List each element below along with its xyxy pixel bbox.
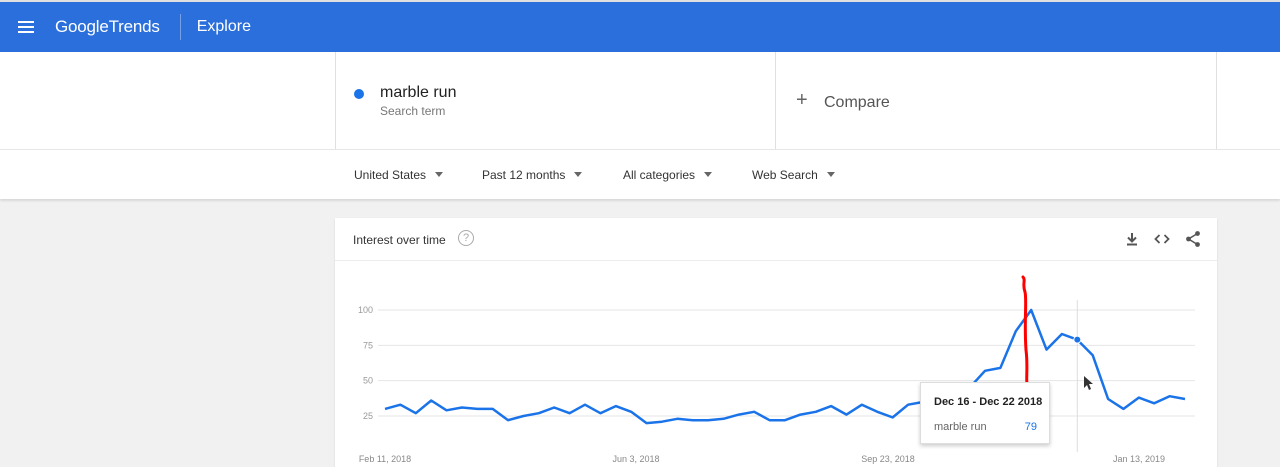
interest-chart[interactable]: 25 50 75 100 Feb 11, 2018 Jun 3, 2018 Sep 23,… <box>0 0 1280 467</box>
data-point[interactable] <box>429 398 433 402</box>
data-point[interactable] <box>1091 353 1095 357</box>
y-tick-label: 75 <box>363 340 373 350</box>
data-point[interactable] <box>752 410 756 414</box>
cursor-icon <box>1084 376 1093 390</box>
data-point[interactable] <box>506 418 510 422</box>
data-point[interactable] <box>568 411 572 415</box>
data-point[interactable] <box>1045 348 1049 352</box>
data-point[interactable] <box>552 406 556 410</box>
data-point[interactable] <box>891 415 895 419</box>
data-point[interactable] <box>1029 308 1033 312</box>
hover-point <box>1073 335 1082 344</box>
data-point[interactable] <box>491 407 495 411</box>
data-point[interactable] <box>814 410 818 414</box>
data-point[interactable] <box>675 417 679 421</box>
data-point[interactable] <box>414 411 418 415</box>
data-point[interactable] <box>398 403 402 407</box>
data-point[interactable] <box>475 407 479 411</box>
y-tick-label: 50 <box>363 376 373 386</box>
data-point[interactable] <box>737 413 741 417</box>
data-point[interactable] <box>460 406 464 410</box>
data-point[interactable] <box>1152 401 1156 405</box>
series-line-marble-run <box>384 308 1186 425</box>
y-tick-label: 25 <box>363 411 373 421</box>
data-point[interactable] <box>537 411 541 415</box>
data-point[interactable] <box>845 413 849 417</box>
x-tick-label: Feb 11, 2018 <box>359 454 411 464</box>
data-point[interactable] <box>1121 407 1125 411</box>
data-point[interactable] <box>860 403 864 407</box>
data-point[interactable] <box>706 418 710 422</box>
red-annotation-mark <box>1021 275 1029 385</box>
data-point[interactable] <box>1014 329 1018 333</box>
data-point[interactable] <box>829 404 833 408</box>
tooltip-term: marble run <box>934 421 987 433</box>
data-point[interactable] <box>906 403 910 407</box>
data-point[interactable] <box>875 410 879 414</box>
data-point[interactable] <box>583 403 587 407</box>
data-point[interactable] <box>383 407 387 411</box>
data-point[interactable] <box>1060 332 1064 336</box>
data-point[interactable] <box>629 410 633 414</box>
x-tick-label: Jun 3, 2018 <box>612 454 659 464</box>
data-point[interactable] <box>783 418 787 422</box>
data-point[interactable] <box>691 418 695 422</box>
y-tick-label: 100 <box>358 305 373 315</box>
data-point[interactable] <box>1137 396 1141 400</box>
data-point[interactable] <box>1106 397 1110 401</box>
x-tick-label: Sep 23, 2018 <box>861 454 915 464</box>
chart-tooltip: Dec 16 - Dec 22 2018 marble run 79 <box>920 382 1050 444</box>
data-point[interactable] <box>1183 397 1187 401</box>
data-point[interactable] <box>614 404 618 408</box>
data-point[interactable] <box>645 421 649 425</box>
tooltip-value: 79 <box>1024 421 1037 433</box>
data-point[interactable] <box>721 417 725 421</box>
data-point[interactable] <box>521 414 525 418</box>
data-point[interactable] <box>798 413 802 417</box>
x-tick-label: Jan 13, 2019 <box>1113 454 1165 464</box>
data-point[interactable] <box>768 418 772 422</box>
data-point[interactable] <box>598 411 602 415</box>
data-point[interactable] <box>983 369 987 373</box>
data-point[interactable] <box>998 366 1002 370</box>
data-point[interactable] <box>445 408 449 412</box>
tooltip-date: Dec 16 - Dec 22 2018 <box>934 396 1043 408</box>
data-point[interactable] <box>1168 394 1172 398</box>
data-point[interactable] <box>660 420 664 424</box>
